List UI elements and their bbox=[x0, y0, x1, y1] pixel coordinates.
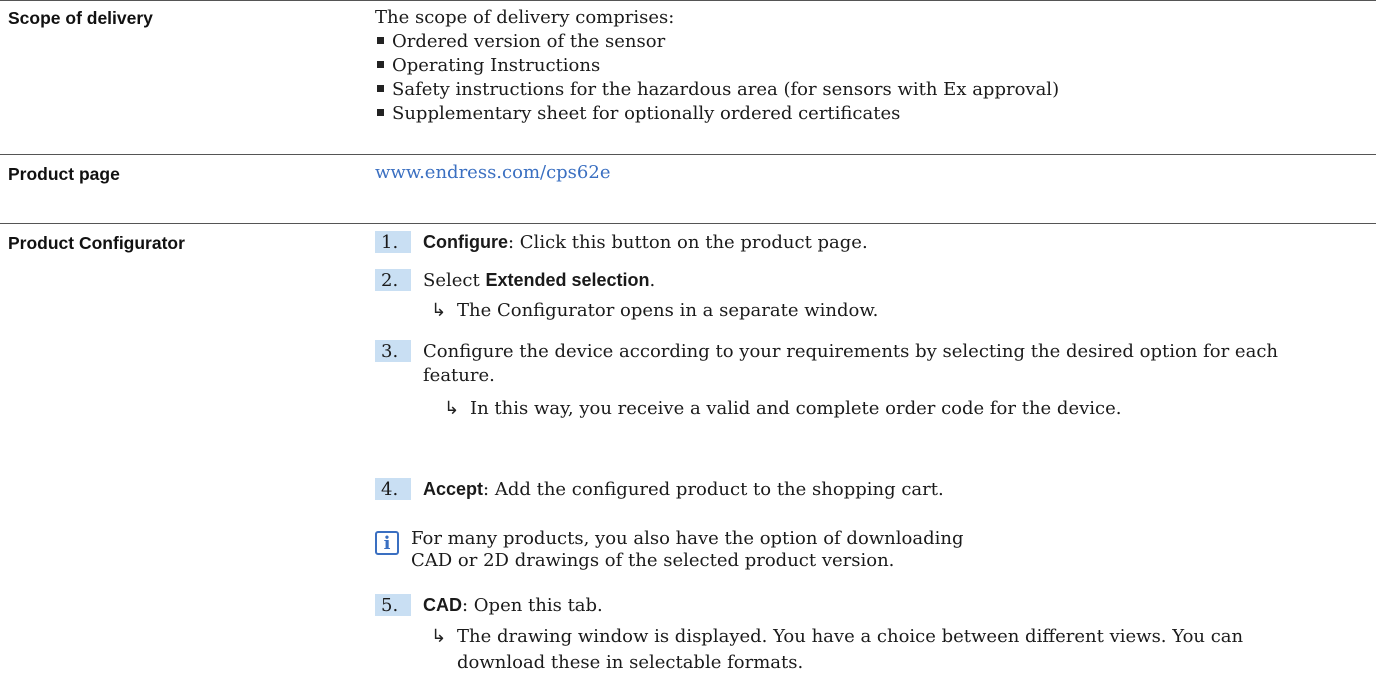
result-text: The Configurator opens in a separate win… bbox=[457, 300, 879, 321]
step-5: 5. CAD: Open this tab. bbox=[375, 593, 603, 618]
step-text-pre: Select bbox=[423, 270, 486, 291]
scope-item: Safety instructions for the hazardous ar… bbox=[375, 78, 1059, 102]
step-number: 4. bbox=[375, 478, 411, 500]
step-3-continued: feature. bbox=[423, 364, 495, 388]
result-arrow-icon: ↳ bbox=[431, 300, 447, 321]
step-text: : Open this tab. bbox=[462, 595, 603, 616]
step-text: : Click this button on the product page. bbox=[508, 232, 868, 253]
step-text: Configure the device according to your r… bbox=[423, 341, 1278, 362]
step-action: Accept bbox=[423, 479, 484, 499]
result-text: The drawing window is displayed. You hav… bbox=[457, 626, 1244, 647]
step-number: 5. bbox=[375, 594, 411, 616]
step-action: CAD bbox=[423, 595, 462, 615]
product-page-label: Product page bbox=[8, 164, 120, 184]
configurator-label: Product Configurator bbox=[8, 233, 185, 253]
step-4: 4. Accept: Add the configured product to … bbox=[375, 477, 944, 502]
step-result-continued: download these in selectable formats. bbox=[457, 651, 803, 675]
section-divider bbox=[0, 154, 1376, 155]
step-text: . bbox=[649, 270, 656, 291]
step-result: ↳ The drawing window is displayed. You ha… bbox=[431, 625, 1243, 649]
info-icon: i bbox=[375, 531, 399, 555]
scope-item: Ordered version of the sensor bbox=[375, 30, 665, 54]
step-number: 1. bbox=[375, 231, 411, 253]
product-page-link-wrap: www.endress.com/cps62e bbox=[375, 161, 610, 185]
result-arrow-icon: ↳ bbox=[431, 626, 447, 647]
step-text: feature. bbox=[423, 365, 495, 386]
result-text: download these in selectable formats. bbox=[457, 652, 804, 673]
step-result: ↳ In this way, you receive a valid and co… bbox=[444, 397, 1121, 421]
scope-label: Scope of delivery bbox=[8, 8, 153, 28]
scope-item: Supplementary sheet for optionally order… bbox=[375, 102, 900, 126]
step-2: 2. Select Extended selection. bbox=[375, 268, 655, 293]
step-result: ↳ The Configurator opens in a separate wi… bbox=[431, 299, 878, 323]
section-divider bbox=[0, 0, 1376, 1]
step-action: Configure bbox=[423, 232, 508, 252]
scope-item: Operating Instructions bbox=[375, 54, 600, 78]
section-divider bbox=[0, 223, 1376, 224]
info-note: For many products, you also have the opt… bbox=[411, 528, 964, 571]
result-text: In this way, you receive a valid and com… bbox=[470, 398, 1122, 419]
step-action: Extended selection bbox=[485, 270, 650, 290]
product-page-link[interactable]: www.endress.com/cps62e bbox=[375, 162, 610, 183]
step-3: 3. Configure the device according to your… bbox=[375, 340, 1278, 364]
step-1: 1. Configure: Click this button on the pr… bbox=[375, 230, 868, 255]
step-number: 3. bbox=[375, 340, 411, 362]
step-text: : Add the configured product to the shop… bbox=[483, 479, 944, 500]
scope-intro: The scope of delivery comprises: bbox=[375, 7, 675, 28]
result-arrow-icon: ↳ bbox=[444, 398, 460, 419]
step-number: 2. bbox=[375, 269, 411, 291]
